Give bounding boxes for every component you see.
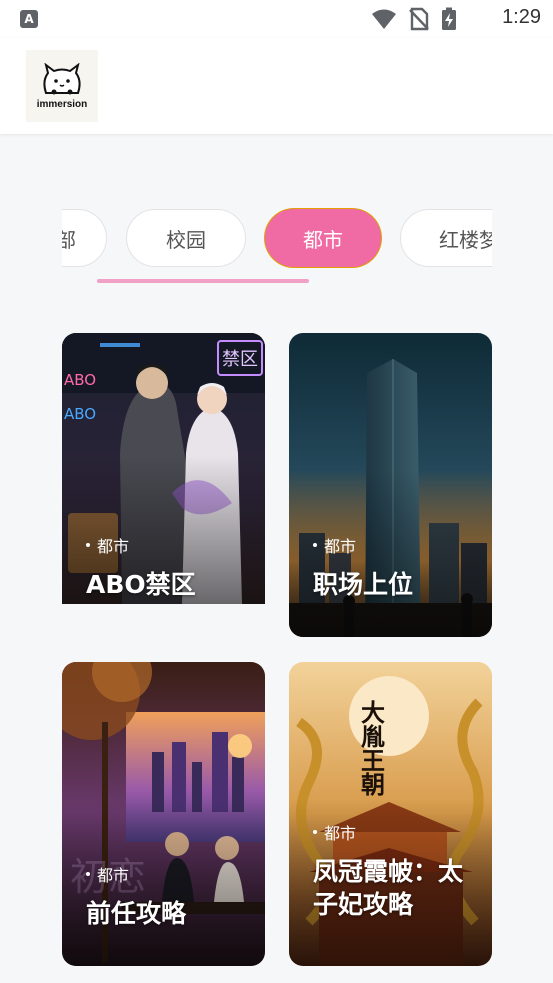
svg-text:ABO: ABO	[64, 405, 96, 423]
logo-text: immersion	[36, 98, 88, 110]
tag-label: 都市	[97, 537, 130, 556]
card-title: 职场上位	[313, 570, 414, 599]
tag-label: 都市	[324, 824, 357, 843]
notification-icon: A	[20, 10, 38, 28]
app-header: immersion	[0, 38, 553, 134]
story-card-ex[interactable]: 初恋 都市 前任攻略	[62, 662, 265, 966]
tag-dot	[313, 830, 317, 834]
tab-label: …部	[62, 227, 76, 252]
svg-text:大胤王朝: 大胤王朝	[357, 700, 386, 797]
story-card-abo[interactable]: 禁区 ABO ABO 都市 ABO禁区	[62, 333, 265, 604]
card-tag: 都市	[86, 862, 129, 886]
svg-text:禁区: 禁区	[222, 349, 258, 370]
status-time: 1:29	[502, 6, 541, 28]
tab-label: 红楼梦	[439, 227, 492, 252]
card-title: 前任攻略	[86, 899, 187, 928]
tag-dot	[86, 872, 90, 876]
story-card-crown-princess[interactable]: 大胤王朝 都市 凤冠霞帔：太子妃攻略	[289, 662, 492, 966]
app-logo[interactable]: immersion	[26, 50, 98, 122]
tab-campus[interactable]: 校园	[126, 209, 246, 267]
tab-partial-left[interactable]: …部	[62, 209, 107, 267]
tab-scroll-indicator	[97, 279, 309, 283]
card-title: ABO禁区	[86, 570, 196, 599]
tag-dot	[313, 543, 317, 547]
status-bar: A 1:29	[0, 0, 553, 38]
card-tag: 都市	[313, 533, 356, 557]
category-tabs[interactable]: …部 校园 都市 红楼梦	[62, 205, 492, 271]
tag-label: 都市	[97, 866, 130, 885]
battery-charging-icon	[442, 7, 456, 30]
card-tag: 都市	[313, 820, 356, 844]
tab-city[interactable]: 都市	[265, 209, 381, 267]
no-sim-icon	[409, 7, 429, 31]
tab-red-chamber[interactable]: 红楼梦	[400, 209, 492, 267]
status-icons	[371, 7, 457, 31]
tag-label: 都市	[324, 537, 357, 556]
wifi-icon	[372, 9, 396, 29]
story-card-workplace[interactable]: 都市 职场上位	[289, 333, 492, 637]
cat-logo-icon	[43, 62, 81, 94]
card-title: 凤冠霞帔：太子妃攻略	[313, 857, 464, 919]
tab-label: 校园	[166, 227, 206, 252]
card-tag: 都市	[86, 533, 129, 557]
tab-label: 都市	[303, 227, 343, 252]
svg-text:ABO: ABO	[64, 371, 96, 389]
tag-dot	[86, 543, 90, 547]
